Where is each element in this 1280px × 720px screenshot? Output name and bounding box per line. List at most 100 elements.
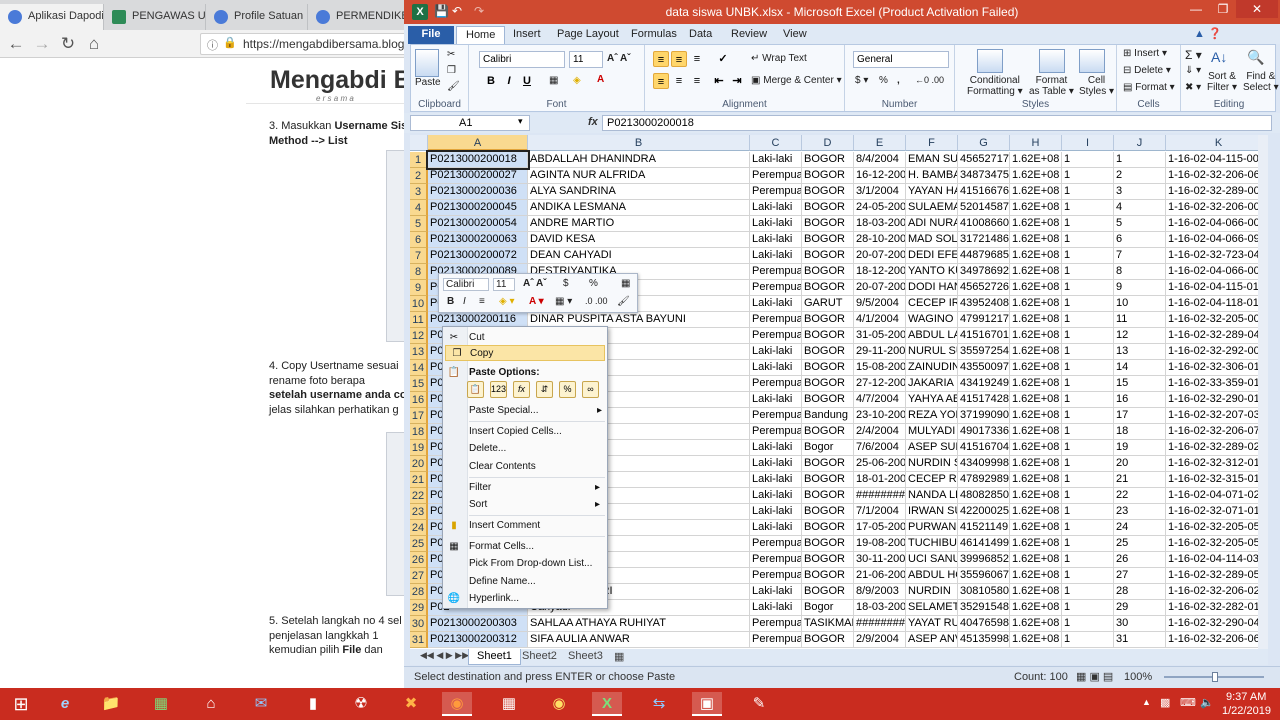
tab-view[interactable]: View [774, 26, 816, 44]
table-cell[interactable]: ZAINUDIN [906, 360, 958, 376]
table-cell[interactable]: 18 [1114, 424, 1166, 440]
menu-filter[interactable]: Filter ▸ [469, 482, 603, 493]
table-cell[interactable]: MULYADI [906, 424, 958, 440]
table-cell[interactable]: 1 [1062, 280, 1114, 296]
table-cell[interactable]: 1-16-02-04-066-090-2 [1166, 232, 1268, 248]
mini-font-color-icon[interactable]: A ▾ [529, 296, 544, 307]
table-cell[interactable]: 40476598 [958, 616, 1010, 632]
table-cell[interactable]: Perempua [750, 312, 802, 328]
table-cell[interactable]: 1 [1062, 552, 1114, 568]
zoom-slider[interactable] [1164, 672, 1264, 682]
tab-formulas[interactable]: Formulas [622, 26, 686, 44]
back-button[interactable]: ← [6, 34, 26, 54]
table-cell[interactable]: 1 [1062, 584, 1114, 600]
table-cell[interactable]: NURUL SU [906, 344, 958, 360]
row-header[interactable]: 9 [410, 280, 428, 296]
table-cell[interactable]: P0213000200303 [428, 616, 528, 632]
table-cell[interactable]: 19 [1114, 440, 1166, 456]
table-cell[interactable]: 1 [1062, 152, 1114, 168]
menu-define-name[interactable]: Define Name... [469, 576, 536, 587]
paste-option-link-icon[interactable]: ∞ [582, 381, 599, 398]
table-cell[interactable]: 1.62E+08 [1010, 344, 1062, 360]
table-cell[interactable]: 1.62E+08 [1010, 280, 1062, 296]
format-as-table-button[interactable]: Format as Table ▾ [1029, 75, 1074, 97]
row-header[interactable]: 28 [410, 584, 428, 600]
table-cell[interactable]: P0213000200027 [428, 168, 528, 184]
table-cell[interactable]: 8/4/2004 [854, 152, 906, 168]
table-cell[interactable]: Laki-laki [750, 392, 802, 408]
table-cell[interactable]: 52014587 [958, 200, 1010, 216]
table-cell[interactable]: 24-05-200 [854, 200, 906, 216]
table-cell[interactable]: 1-16-02-32-289-058-7 [1166, 568, 1268, 584]
table-cell[interactable]: BOGOR [802, 568, 854, 584]
table-cell[interactable]: 1-16-02-32-282-019-6 [1166, 600, 1268, 616]
mini-percent-icon[interactable]: % [589, 278, 598, 289]
table-cell[interactable]: 7 [1114, 248, 1166, 264]
table-cell[interactable]: Laki-laki [750, 504, 802, 520]
table-cell[interactable]: Laki-laki [750, 232, 802, 248]
paste-option-values-icon[interactable]: 123 [490, 381, 507, 398]
table-cell[interactable]: 1 [1062, 360, 1114, 376]
table-cell[interactable]: 1-16-02-32-206-001-8 [1166, 200, 1268, 216]
table-cell[interactable]: Laki-laki [750, 472, 802, 488]
cell-styles-button[interactable]: Cell Styles ▾ [1079, 75, 1114, 97]
table-cell[interactable]: 1 [1062, 472, 1114, 488]
table-cell[interactable]: Perempua [750, 552, 802, 568]
column-header[interactable]: J [1114, 135, 1166, 151]
find-select-icon[interactable]: 🔍 [1247, 49, 1264, 66]
table-cell[interactable]: 1.62E+08 [1010, 392, 1062, 408]
font-size-select[interactable]: 11 [569, 51, 603, 68]
table-cell[interactable]: 21-06-200 [854, 568, 906, 584]
wrap-text-button[interactable]: ↵ Wrap Text [751, 53, 807, 64]
table-cell[interactable]: 20-07-200 [854, 280, 906, 296]
vertical-scrollbar[interactable] [1258, 135, 1268, 649]
format-as-table-icon[interactable] [1039, 49, 1065, 73]
zoom-slider-thumb[interactable] [1212, 672, 1218, 682]
paste-icon[interactable] [415, 49, 439, 77]
table-cell[interactable]: TUCHIBUN [906, 536, 958, 552]
paste-button[interactable]: Paste [415, 77, 441, 88]
table-cell[interactable]: CECEP IRV [906, 296, 958, 312]
mini-align-icon[interactable]: ≡ [479, 296, 485, 307]
table-cell[interactable]: 1.62E+08 [1010, 472, 1062, 488]
table-cell[interactable]: 1.62E+08 [1010, 184, 1062, 200]
table-cell[interactable]: Laki-laki [750, 216, 802, 232]
table-cell[interactable]: 1-16-02-32-205-056-9 [1166, 536, 1268, 552]
table-cell[interactable]: Laki-laki [750, 600, 802, 616]
table-cell[interactable]: 1.62E+08 [1010, 552, 1062, 568]
table-cell[interactable]: 43550097 [958, 360, 1010, 376]
cut-icon[interactable]: ✂ [447, 49, 455, 60]
italic-button[interactable]: I [501, 73, 517, 89]
table-cell[interactable]: NANDA LE [906, 488, 958, 504]
row-header[interactable]: 23 [410, 504, 428, 520]
currency-icon[interactable]: $ ▾ [855, 75, 868, 86]
row-header[interactable]: 2 [410, 168, 428, 184]
table-cell[interactable]: 28-10-200 [854, 232, 906, 248]
table-cell[interactable]: 1.62E+08 [1010, 568, 1062, 584]
table-cell[interactable]: 1 [1062, 328, 1114, 344]
table-cell[interactable]: DEAN CAHYADI [528, 248, 750, 264]
table-cell[interactable]: Laki-laki [750, 248, 802, 264]
table-cell[interactable]: 9/5/2004 [854, 296, 906, 312]
align-right-icon[interactable]: ≡ [689, 73, 705, 89]
table-cell[interactable]: CECEP RU [906, 472, 958, 488]
table-cell[interactable]: Perempua [750, 632, 802, 648]
find-select-button[interactable]: Find & Select ▾ [1243, 71, 1279, 93]
ie-icon[interactable]: e [50, 692, 80, 716]
table-cell[interactable]: 1 [1062, 392, 1114, 408]
align-middle-icon[interactable]: ≡ [671, 51, 687, 67]
table-cell[interactable]: JAKARIA [906, 376, 958, 392]
table-cell[interactable]: Laki-laki [750, 440, 802, 456]
table-cell[interactable]: BOGOR [802, 280, 854, 296]
table-cell[interactable]: Perempua [750, 408, 802, 424]
table-cell[interactable]: BOGOR [802, 456, 854, 472]
table-cell[interactable]: YANTO KU [906, 264, 958, 280]
table-cell[interactable]: 1-16-02-32-290-046-3 [1166, 616, 1268, 632]
table-cell[interactable]: 1-16-02-32-289-044-5 [1166, 328, 1268, 344]
row-header[interactable]: 25 [410, 536, 428, 552]
table-cell[interactable]: NURDIN [906, 584, 958, 600]
name-box[interactable]: A1 [410, 115, 530, 131]
table-cell[interactable]: P0213000200018 [428, 152, 528, 168]
menu-insert-comment[interactable]: ▮ Insert Comment [451, 520, 540, 531]
row-header[interactable]: 5 [410, 216, 428, 232]
